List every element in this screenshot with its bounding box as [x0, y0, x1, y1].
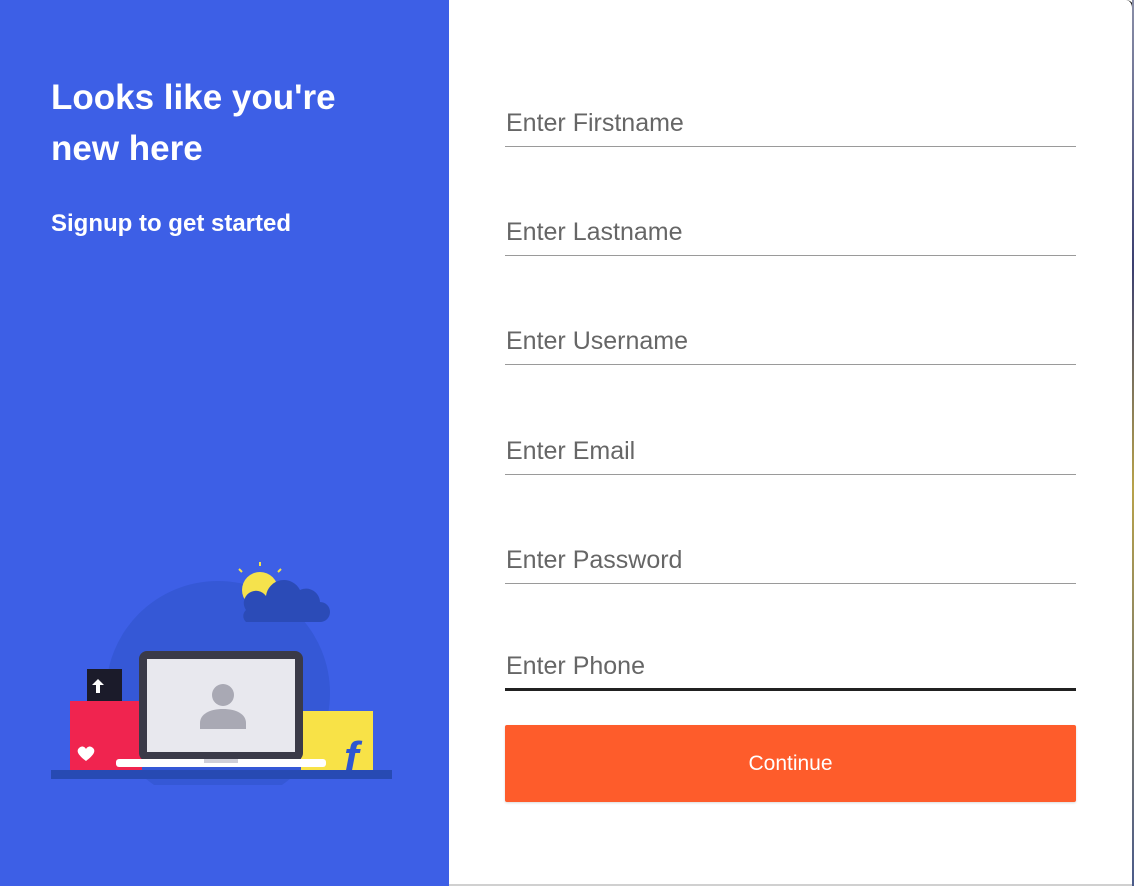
firstname-field[interactable]	[505, 103, 1076, 147]
email-field-wrapper	[505, 431, 1076, 475]
laptop-icon	[116, 651, 326, 767]
lastname-field-wrapper	[505, 212, 1076, 256]
password-field-wrapper	[505, 540, 1076, 584]
username-field-wrapper	[505, 321, 1076, 365]
firstname-field-wrapper	[505, 103, 1076, 147]
illustration-base	[51, 770, 392, 779]
left-panel: Looks like you're new here Signup to get…	[0, 0, 449, 886]
username-field[interactable]	[505, 321, 1076, 365]
continue-button[interactable]: Continue	[505, 725, 1076, 802]
upload-arrow-icon	[87, 669, 122, 704]
phone-field-wrapper	[505, 647, 1076, 691]
subhead: Signup to get started	[51, 210, 291, 237]
password-field[interactable]	[505, 540, 1076, 584]
signup-form: Continue	[449, 0, 1134, 886]
phone-field[interactable]	[505, 647, 1076, 691]
headline: Looks like you're new here	[51, 78, 336, 168]
email-field[interactable]	[505, 431, 1076, 475]
signup-illustration: f	[51, 562, 392, 785]
lastname-field[interactable]	[505, 212, 1076, 256]
